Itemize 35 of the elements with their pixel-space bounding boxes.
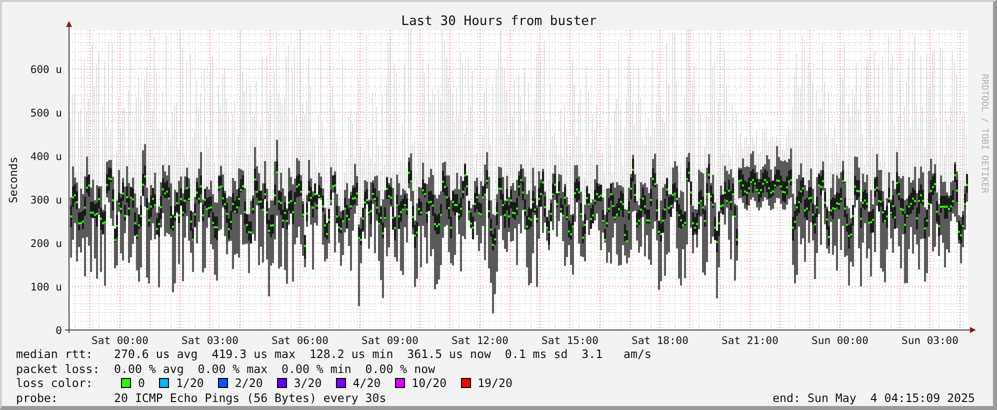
x-tick-label: Sat 21:00 xyxy=(722,335,778,344)
loss-color-label: 2/20 xyxy=(234,376,263,390)
y-axis-label: Seconds xyxy=(7,156,20,204)
y-tick-label: 300 u xyxy=(30,194,62,206)
credit-text: RRDTOOL / TOBI OETIKER xyxy=(978,74,988,196)
x-tick-label: Sat 06:00 xyxy=(272,335,328,344)
y-tick-label: 600 u xyxy=(30,64,62,76)
probe-description: 20 ICMP Echo Pings (56 Bytes) every 30s xyxy=(114,390,386,405)
legend-label: packet loss: xyxy=(16,362,101,376)
y-tick-label: 500 u xyxy=(30,108,62,120)
x-tick-label: Sat 03:00 xyxy=(182,335,238,344)
median-rtt-stats: 270.6 us avg 419.3 us max 128.2 us min 361.5 us now 0.1 ms sd 3.1 am/s xyxy=(114,347,652,362)
x-tick-label: Sun 03:00 xyxy=(902,335,958,344)
y-tick-label: 0 xyxy=(56,325,62,337)
x-tick-label: Sun 00:00 xyxy=(812,335,868,344)
x-tick-label: Sat 12:00 xyxy=(452,335,508,344)
x-tick-label: Sat 18:00 xyxy=(632,335,688,344)
loss-color-label: 4/20 xyxy=(352,376,381,390)
packet-loss-stats: 0.00 % avg 0.00 % max 0.00 % min 0.00 % now xyxy=(114,362,436,376)
legend-label: loss color: xyxy=(16,376,94,390)
loss-color-label: 0 xyxy=(138,376,145,390)
legend-label: median rtt: xyxy=(16,347,94,362)
legend-label: probe: xyxy=(16,390,59,405)
y-tick-label: 400 u xyxy=(30,151,62,163)
graph-title: Last 30 Hours from buster xyxy=(401,14,597,29)
x-tick-label: Sat 15:00 xyxy=(542,335,598,344)
end-time: end: Sun May 4 04:15:09 2025 xyxy=(772,390,975,405)
loss-color-label: 3/20 xyxy=(294,376,322,390)
x-tick-label: Sat 09:00 xyxy=(362,335,418,344)
y-tick-label: 200 u xyxy=(30,238,62,250)
y-tick-label: 100 u xyxy=(30,282,62,294)
x-tick-label: Sat 00:00 xyxy=(92,335,148,344)
loss-color-label: 10/20 xyxy=(412,376,447,390)
loss-color-label: 1/20 xyxy=(176,376,204,390)
loss-color-label: 19/20 xyxy=(478,376,512,390)
